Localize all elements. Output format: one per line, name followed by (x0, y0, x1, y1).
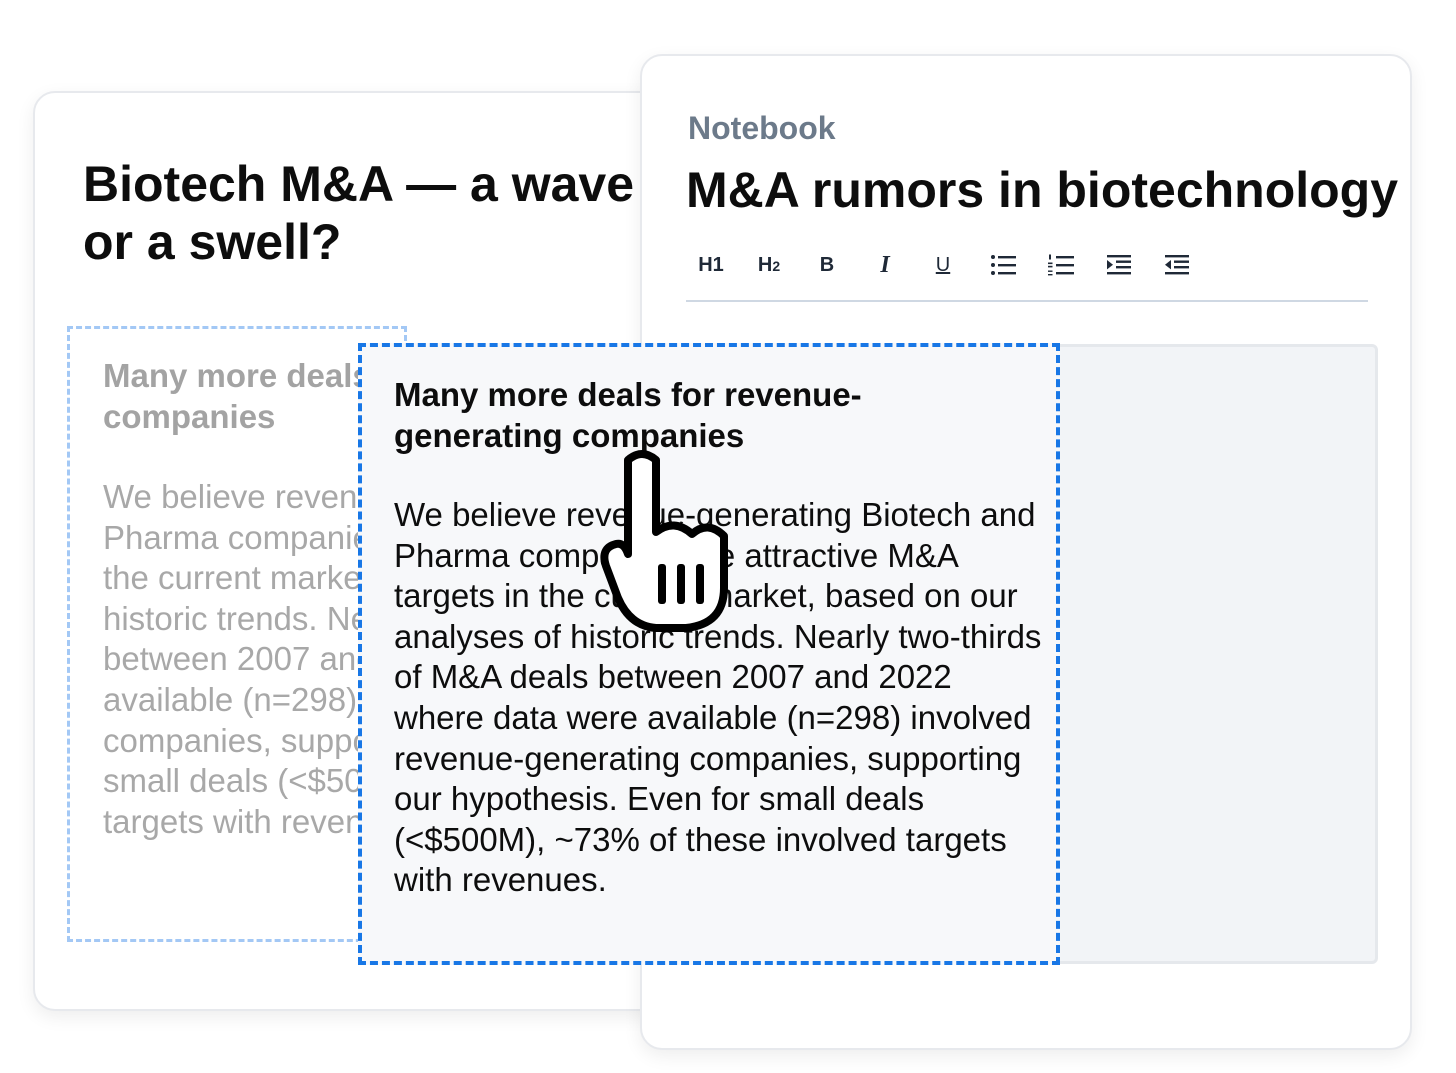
heading-2-button[interactable]: H2 (744, 244, 794, 286)
heading-2-label: H2 (758, 254, 780, 277)
italic-button[interactable]: I (860, 244, 910, 286)
dragged-clip-heading: Many more deals for revenue-generating c… (394, 376, 862, 454)
italic-label: I (880, 251, 890, 278)
heading-1-button[interactable]: H1 (686, 244, 736, 286)
formatting-toolbar: H1 H2 B I U (686, 244, 1368, 302)
underline-label: U (935, 253, 951, 276)
numbered-list-button[interactable] (1036, 244, 1086, 286)
bold-label: B (819, 253, 835, 276)
notebook-label: Notebook (688, 110, 836, 146)
heading-1-label: H1 (698, 253, 724, 276)
outdent-button[interactable] (1152, 244, 1202, 286)
indent-icon (1107, 255, 1131, 275)
heading-2-number: 2 (772, 257, 781, 274)
indent-button[interactable] (1094, 244, 1144, 286)
notebook-title[interactable]: M&A rumors in biotechnology (686, 160, 1398, 220)
grab-hand-icon (600, 450, 728, 632)
bullet-list-button[interactable] (978, 244, 1028, 286)
bold-button[interactable]: B (802, 244, 852, 286)
source-selection-outline[interactable]: Many more deals for revenue-generating c… (67, 326, 407, 942)
outdent-icon (1165, 255, 1189, 275)
bullet-list-icon (991, 255, 1016, 275)
underline-button[interactable]: U (918, 244, 968, 286)
stage: Biotech M&A — a wave or a swell? Many mo… (0, 0, 1456, 1073)
numbered-list-icon (1048, 254, 1074, 276)
heading-2-letter: H (757, 253, 773, 276)
dragged-text-clip[interactable]: Many more deals for revenue-generating c… (358, 343, 1060, 965)
source-document-title: Biotech M&A — a wave or a swell? (83, 156, 635, 270)
